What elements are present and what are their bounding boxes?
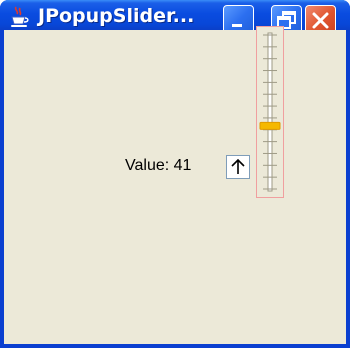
slider-popup[interactable] <box>256 26 284 198</box>
content-panel <box>4 30 346 344</box>
app-window: JPopupSlider... Value: 41 <box>0 0 350 348</box>
vertical-slider[interactable] <box>257 27 283 197</box>
java-cup-icon[interactable] <box>8 6 30 28</box>
window-title: JPopupSlider... <box>38 5 195 27</box>
popup-slider-button[interactable] <box>226 155 250 179</box>
value-label: Value: 41 <box>125 157 192 174</box>
slider-thumb[interactable] <box>259 121 281 130</box>
arrow-up-icon <box>231 158 245 174</box>
title-bar[interactable]: JPopupSlider... <box>0 0 350 36</box>
slider-track <box>267 32 273 192</box>
